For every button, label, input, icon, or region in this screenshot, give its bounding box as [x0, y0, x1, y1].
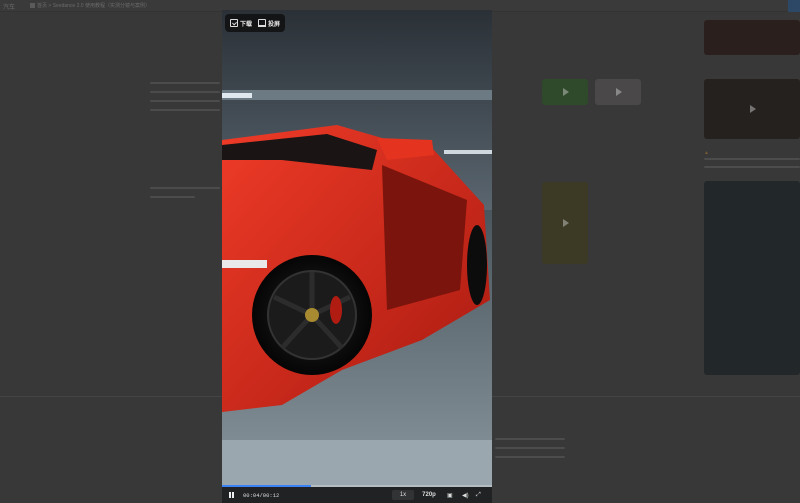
play-icon [563, 88, 569, 96]
player-controls: 00:04/00:12 1x 720p ▣ ◀) ⤢ [222, 485, 492, 503]
player-toolbar: 下载 投屏 [225, 14, 286, 32]
video-thumbnail[interactable] [704, 79, 800, 139]
play-icon [616, 88, 622, 96]
text-line [704, 166, 800, 168]
user-button[interactable] [788, 0, 800, 12]
breadcrumb-text[interactable]: 首页 > Seedance 2.0 使用教程（实测分镜与案例） [37, 3, 150, 9]
video-thumbnail[interactable] [704, 181, 800, 375]
text-line [150, 100, 220, 102]
time-display: 00:04/00:12 [243, 491, 280, 499]
video-frame[interactable] [222, 10, 492, 503]
text-line [495, 456, 565, 458]
download-icon [230, 19, 238, 27]
text-line [495, 438, 565, 440]
cast-label: 投屏 [268, 21, 281, 28]
quality-button[interactable]: 720p [419, 490, 439, 500]
video-thumbnail[interactable] [542, 182, 588, 264]
video-thumbnail[interactable] [595, 79, 641, 105]
home-icon [30, 3, 35, 9]
video-thumbnail[interactable] [704, 20, 800, 55]
text-line [704, 158, 800, 160]
pip-icon[interactable]: ▣ [447, 487, 453, 503]
pause-icon[interactable] [229, 487, 235, 503]
video-player[interactable]: 下载 投屏 00:04/00:12 1x 720p ▣ ◀) ⤢ [222, 10, 492, 503]
text-line [495, 447, 565, 449]
cast-icon [258, 19, 267, 27]
text-line [150, 82, 220, 84]
text-line [150, 187, 220, 189]
volume-icon[interactable]: ◀) [462, 487, 469, 503]
fullscreen-icon[interactable]: ⤢ [476, 487, 481, 503]
download-label: 下载 [240, 21, 253, 28]
play-icon [750, 105, 756, 113]
site-logo[interactable]: 汽车 [3, 2, 15, 11]
speed-button[interactable]: 1x [392, 490, 414, 500]
breadcrumb: 首页 > Seedance 2.0 使用教程（实测分镜与案例） [30, 2, 150, 9]
download-button[interactable]: 下载 [230, 19, 252, 28]
text-line [150, 91, 220, 93]
text-line [150, 109, 220, 111]
video-thumbnail[interactable] [542, 79, 588, 105]
play-icon [563, 219, 569, 227]
warning-icon: ▲ [704, 150, 709, 156]
text-line [150, 196, 195, 198]
cast-button[interactable]: 投屏 [258, 19, 280, 28]
